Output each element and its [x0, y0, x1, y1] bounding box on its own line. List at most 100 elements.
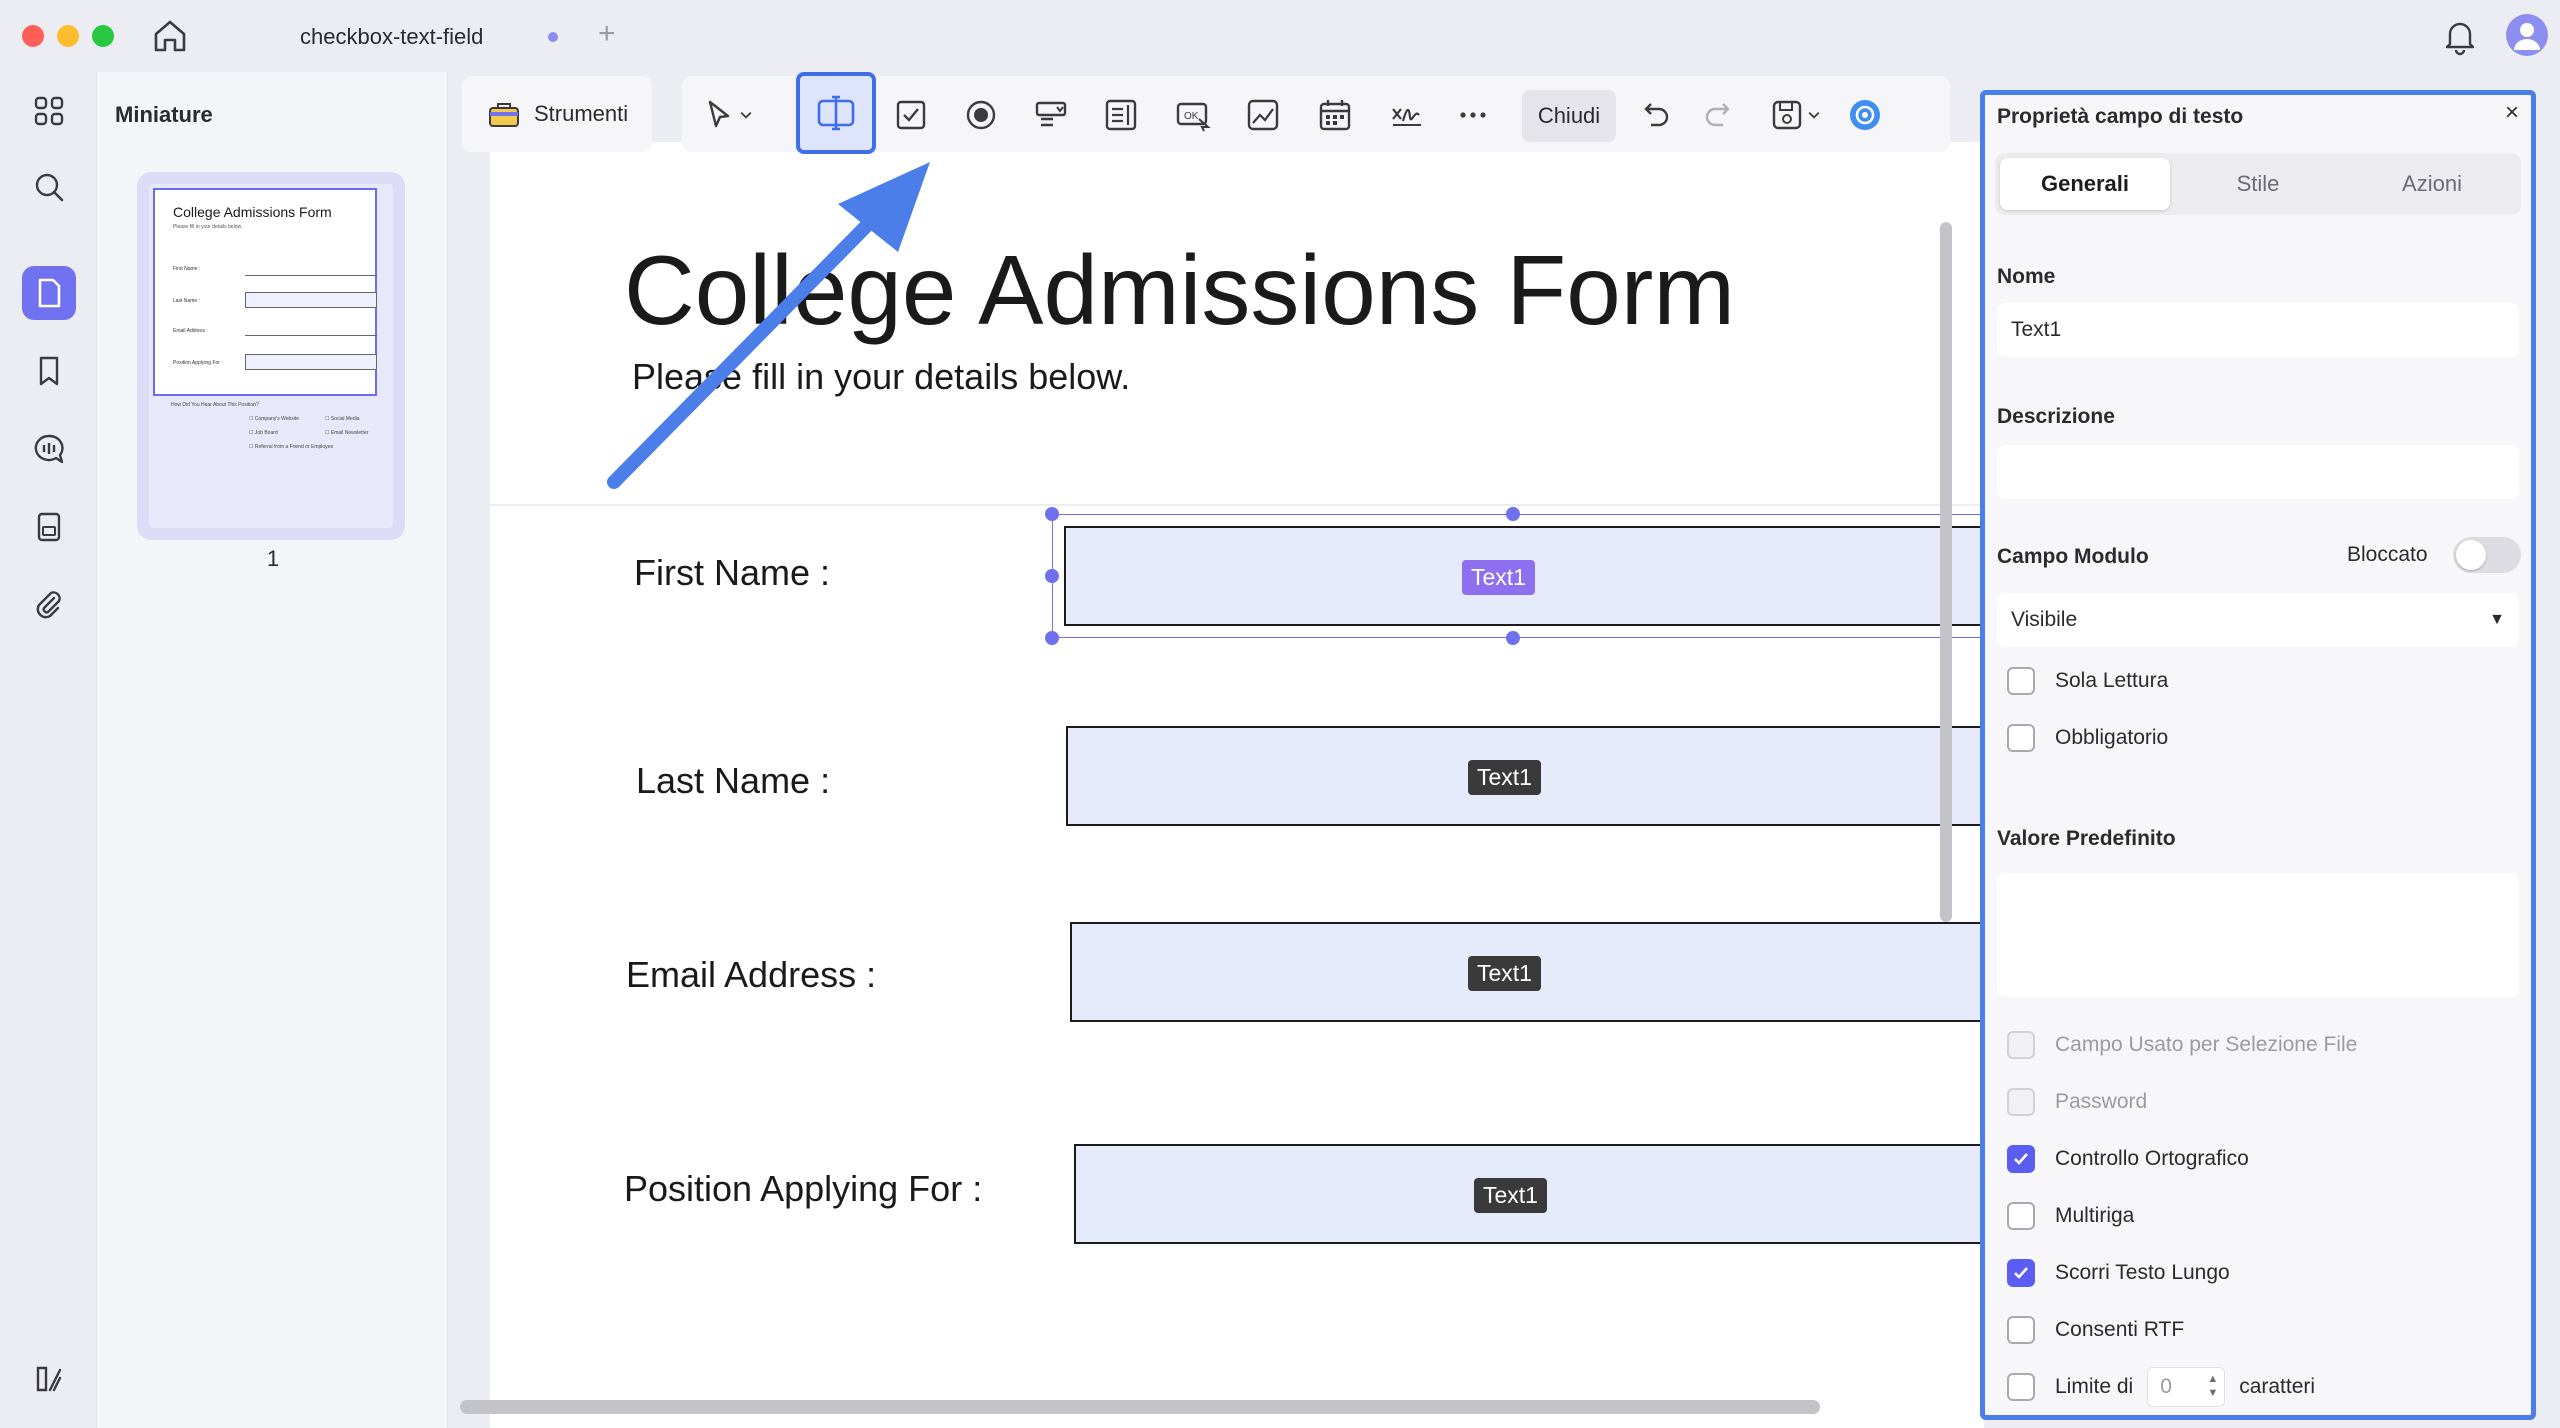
resize-handle[interactable]: [1045, 631, 1059, 645]
text-field-tool-button[interactable]: [796, 72, 876, 154]
spell-check-checkbox[interactable]: [2007, 1145, 2035, 1173]
locked-toggle[interactable]: [2453, 537, 2521, 573]
resize-handle[interactable]: [1045, 569, 1059, 583]
user-avatar[interactable]: [2506, 14, 2548, 56]
ai-assistant-icon[interactable]: [1842, 92, 1888, 138]
first-name-label: First Name :: [634, 552, 831, 593]
sidebar-toggle-icon[interactable]: [22, 1352, 76, 1406]
default-value-input[interactable]: [1997, 873, 2519, 997]
field-name-badge: Text1: [1462, 560, 1535, 595]
password-checkbox: [2007, 1088, 2035, 1116]
horizontal-scrollbar[interactable]: [460, 1400, 1820, 1414]
bookmark-icon[interactable]: [22, 344, 76, 398]
visibility-select[interactable]: Visibile ▼: [1997, 593, 2519, 647]
minimize-window-button[interactable]: [57, 25, 79, 47]
save-dropdown-chevron-down-icon[interactable]: [1800, 92, 1828, 138]
read-only-checkbox[interactable]: [2007, 667, 2035, 695]
form-fields-icon[interactable]: [22, 500, 76, 554]
redo-icon[interactable]: [1696, 92, 1742, 138]
tab-actions[interactable]: Azioni: [2347, 158, 2517, 210]
checkmark-icon: [2014, 1267, 2028, 1279]
pointer-dropdown-chevron-down-icon[interactable]: [732, 92, 760, 138]
tab-general[interactable]: Generali: [2000, 158, 2170, 210]
annotation-arrow: [607, 162, 930, 489]
resize-handle[interactable]: [1506, 631, 1520, 645]
undo-icon[interactable]: [1632, 92, 1678, 138]
scroll-long-text-label: Scorri Testo Lungo: [2055, 1261, 2230, 1284]
default-value-label: Valore Predefinito: [1997, 827, 2176, 850]
stepper-arrows-icon[interactable]: ▲ ▼: [2207, 1372, 2218, 1400]
tab-title: checkbox-text-field: [300, 24, 484, 49]
description-input[interactable]: [1997, 445, 2519, 499]
character-limit-prefix: Limite di: [2055, 1375, 2134, 1398]
locked-label: Bloccato: [2347, 543, 2428, 566]
more-options-icon[interactable]: [1450, 92, 1496, 138]
bell-icon[interactable]: [2440, 16, 2480, 56]
allow-rtf-label: Consenti RTF: [2055, 1318, 2185, 1341]
thumbnail-doc-title: College Admissions Form: [173, 204, 332, 220]
allow-rtf-checkbox[interactable]: [2007, 1316, 2035, 1344]
combo-box-tool-icon[interactable]: [1028, 92, 1074, 138]
thumbnail-row-label: Last Name :: [173, 298, 200, 304]
thumbnail-page-number: 1: [266, 546, 280, 571]
character-limit-input[interactable]: 0 ▲ ▼: [2147, 1367, 2226, 1407]
multiline-option[interactable]: Multiriga: [2007, 1200, 2134, 1232]
field-name-badge: Text1: [1468, 956, 1541, 991]
thumbnail-field: [245, 264, 377, 276]
character-limit-checkbox[interactable]: [2007, 1373, 2035, 1401]
name-input[interactable]: Text1: [1997, 303, 2519, 357]
signature-icon[interactable]: [1384, 92, 1430, 138]
spell-check-option[interactable]: Controllo Ortografico: [2007, 1143, 2249, 1175]
vertical-scrollbar[interactable]: [1940, 222, 1952, 922]
new-tab-plus-icon[interactable]: +: [598, 14, 616, 54]
grid-icon[interactable]: [22, 84, 76, 138]
last-name-text-field[interactable]: Text1: [1066, 726, 1984, 826]
thumbnail-doc-subtitle: Please fill in your details below.: [173, 224, 243, 230]
checkbox-tool-icon[interactable]: [888, 92, 934, 138]
tools-button[interactable]: Strumenti: [462, 76, 652, 152]
comments-icon[interactable]: [22, 422, 76, 476]
search-icon[interactable]: [22, 160, 76, 214]
document-tab[interactable]: checkbox-text-field: [236, 12, 586, 60]
password-label: Password: [2055, 1090, 2148, 1113]
last-name-label: Last Name :: [636, 760, 831, 801]
position-applying-text-field[interactable]: Text1: [1074, 1144, 1984, 1244]
read-only-option[interactable]: Sola Lettura: [2007, 665, 2168, 697]
checkmark-icon: [2014, 1153, 2028, 1165]
toggle-knob: [2456, 540, 2486, 570]
read-only-label: Sola Lettura: [2055, 669, 2169, 692]
scroll-long-text-checkbox[interactable]: [2007, 1259, 2035, 1287]
required-option[interactable]: Obbligatorio: [2007, 722, 2168, 754]
button-tool-icon[interactable]: OK: [1170, 92, 1216, 138]
resize-handle[interactable]: [1045, 507, 1059, 521]
character-limit-option[interactable]: Limite di 0 ▲ ▼ caratteri: [2007, 1367, 2315, 1407]
title-bar: checkbox-text-field +: [0, 0, 2560, 72]
home-icon[interactable]: [148, 16, 192, 56]
attachment-icon[interactable]: [22, 578, 76, 632]
left-rail: [0, 72, 96, 1428]
name-label: Nome: [1997, 265, 2056, 288]
thumbnail-row-label: Position Applying For :: [173, 360, 223, 366]
close-window-button[interactable]: [22, 25, 44, 47]
multiline-checkbox[interactable]: [2007, 1202, 2035, 1230]
scroll-long-text-option[interactable]: Scorri Testo Lungo: [2007, 1257, 2230, 1289]
calendar-icon[interactable]: [1312, 92, 1358, 138]
first-name-text-field[interactable]: Text1: [1064, 526, 1984, 626]
zoom-window-button[interactable]: [92, 25, 114, 47]
close-icon[interactable]: ×: [2505, 99, 2519, 127]
form-field-label: Campo Modulo: [1997, 545, 2149, 568]
radio-button-tool-icon[interactable]: [958, 92, 1004, 138]
email-address-text-field[interactable]: Text1: [1070, 922, 1984, 1022]
resize-handle[interactable]: [1506, 507, 1520, 521]
thumbnail-row-label: Email Address :: [173, 328, 208, 334]
form-toolbar: Strumenti OK Chiudi: [462, 76, 1950, 152]
close-form-editing-button[interactable]: Chiudi: [1522, 90, 1616, 142]
required-checkbox[interactable]: [2007, 724, 2035, 752]
page-thumbnails-icon[interactable]: [22, 266, 76, 320]
list-box-tool-icon[interactable]: [1098, 92, 1144, 138]
tab-style[interactable]: Stile: [2173, 158, 2343, 210]
image-field-tool-icon[interactable]: [1240, 92, 1286, 138]
password-option: Password: [2007, 1086, 2147, 1118]
allow-rtf-option[interactable]: Consenti RTF: [2007, 1314, 2184, 1346]
page-thumbnail[interactable]: College Admissions Form Please fill in y…: [137, 172, 405, 540]
